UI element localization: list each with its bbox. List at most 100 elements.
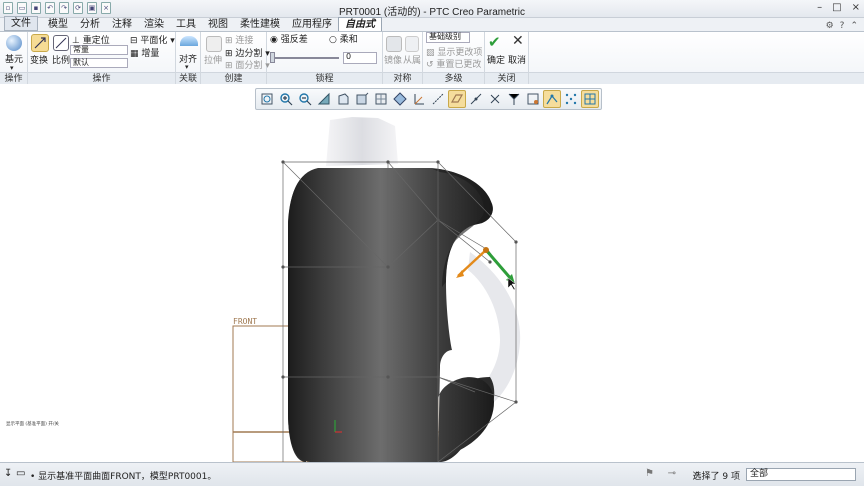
- tab-flexible-modeling[interactable]: 柔性建模: [234, 18, 286, 31]
- dragger-center[interactable]: [483, 247, 489, 253]
- maximize-icon[interactable]: □: [832, 2, 841, 13]
- base-level-select[interactable]: 基础级别: [426, 32, 470, 43]
- datum-display-icon[interactable]: [410, 90, 428, 108]
- group-label: 关联: [176, 72, 200, 84]
- saved-orientation-icon[interactable]: [334, 90, 352, 108]
- transform-button[interactable]: 变换: [30, 53, 48, 66]
- tab-tools[interactable]: 工具: [170, 18, 202, 31]
- increment-button[interactable]: ▦ 增量: [130, 46, 159, 59]
- status-bar: ↧ ▭ • 显示基准平面曲面FRONT，模型PRT0001。 ⚑ ⊸ ⌕ 选择了…: [0, 462, 864, 486]
- status-toggle-icon[interactable]: ↧: [4, 468, 12, 479]
- group-label: 对称: [383, 72, 422, 84]
- zoom-out-icon[interactable]: [296, 90, 314, 108]
- point-display-icon[interactable]: [467, 90, 485, 108]
- cancel-button[interactable]: 取消: [508, 53, 526, 66]
- connect-icon: ⊞: [225, 36, 233, 46]
- ribbon-label-filler: [529, 72, 864, 84]
- ok-check-icon[interactable]: ✔: [488, 33, 501, 51]
- model-viewport[interactable]: FRONT 显示平面 (基准平面) 开/关: [0, 112, 864, 462]
- close-icon[interactable]: ×: [852, 2, 860, 13]
- tab-analysis[interactable]: 分析: [74, 18, 106, 31]
- slider-thumb[interactable]: [270, 52, 275, 63]
- zoom-in-icon[interactable]: [277, 90, 295, 108]
- dropdown-arrow-icon[interactable]: ▾: [10, 64, 14, 72]
- body-main-shape[interactable]: [288, 168, 494, 462]
- tab-freestyle[interactable]: 自由式: [338, 17, 382, 31]
- mirror-icon: [386, 36, 402, 52]
- front-plane-label[interactable]: FRONT: [233, 317, 257, 326]
- graphics-toolbar: [255, 88, 602, 110]
- menu-bar: 文件 模型 分析 注释 渲染 工具 视图 柔性建模 应用程序 自由式 ⚙ ? ⌃: [0, 16, 864, 32]
- cancel-x-icon[interactable]: ✕: [512, 33, 524, 49]
- base-element-button[interactable]: 基元: [5, 52, 23, 65]
- help-icon[interactable]: ?: [840, 21, 845, 31]
- connect-button[interactable]: ⊞ 连接: [225, 33, 253, 46]
- group-label: 创建: [201, 72, 266, 84]
- menu-right-icons: ⚙ ? ⌃: [826, 21, 864, 31]
- settings-icon[interactable]: ⚙: [826, 21, 834, 31]
- tab-annotate[interactable]: 注释: [106, 18, 138, 31]
- mirror-button[interactable]: 镜像: [384, 53, 402, 66]
- scale-icon[interactable]: [53, 35, 69, 51]
- face-split-button[interactable]: ⊞ 面分割 ▾: [225, 58, 270, 71]
- canvas-small-note: 显示平面 (基准平面) 开/关: [6, 420, 59, 427]
- repaint-icon[interactable]: [315, 90, 333, 108]
- tab-file[interactable]: 文件: [4, 16, 38, 31]
- spin-center-icon[interactable]: [524, 90, 542, 108]
- soft-radio[interactable]: ○ 柔和: [329, 32, 358, 45]
- tab-view[interactable]: 视图: [202, 18, 234, 31]
- group-contour: ◉ 强反差 ○ 柔和 0 锁程: [267, 32, 383, 84]
- mesh-points-icon[interactable]: [562, 90, 580, 108]
- title-bar: ▫ ▭ ▪ ↶ ↷ ⟳ ▣ × PRT0001 (活动的) - PTC Creo…: [0, 0, 864, 18]
- tab-applications[interactable]: 应用程序: [286, 18, 338, 31]
- control-mesh-icon[interactable]: [543, 90, 561, 108]
- display-style-icon[interactable]: [372, 90, 390, 108]
- contour-slider[interactable]: [271, 57, 339, 59]
- group-label: 关闭: [485, 72, 528, 84]
- group-label: 锁程: [267, 72, 382, 84]
- face-split-icon: ⊞: [225, 61, 233, 71]
- perspective-icon[interactable]: [391, 90, 409, 108]
- dropdown-arrow-icon[interactable]: ▾: [185, 63, 189, 71]
- group-create: 拉伸 ⊞ 连接 ⊞ 边分割 ▾ ⊞ 面分割 ▾ 创建: [201, 32, 270, 84]
- group-close: ✔ 确定 ✕ 取消 关闭: [485, 32, 529, 84]
- plane-display-icon[interactable]: [448, 90, 466, 108]
- transform-icon[interactable]: [31, 34, 49, 52]
- reset-changes-button[interactable]: ↺ 重置已更改: [426, 57, 481, 70]
- group-operations: 基元 ▾ 操作: [0, 32, 28, 84]
- annotation-display-icon[interactable]: [505, 90, 523, 108]
- minimize-icon[interactable]: –: [817, 2, 822, 13]
- increment-icon: ▦: [130, 49, 139, 59]
- group-manipulate: 变换 比例 ⊥ 重定位 常量 默认 ⊟ 平面化 ▾ ▦ 增量 操作: [28, 32, 176, 84]
- extrude-button[interactable]: 拉伸: [204, 53, 222, 66]
- ok-button[interactable]: 确定: [487, 53, 505, 66]
- pin-icon[interactable]: ⊸: [668, 468, 676, 479]
- status-pane-icon[interactable]: ▭: [16, 468, 25, 479]
- reset-changes-icon: ↺: [426, 60, 434, 70]
- mesh-display-icon[interactable]: [581, 90, 599, 108]
- tab-model[interactable]: 模型: [42, 18, 74, 31]
- flag-icon[interactable]: ⚑: [645, 468, 654, 479]
- group-label: 操作: [28, 72, 175, 84]
- csys-display-icon[interactable]: [486, 90, 504, 108]
- scale-button[interactable]: 比例: [52, 53, 70, 66]
- tab-render[interactable]: 渲染: [138, 18, 170, 31]
- radio-checked-icon: ◉: [270, 35, 278, 45]
- planarize-icon: ⊟: [130, 36, 138, 46]
- mode-select[interactable]: 常量: [70, 45, 128, 55]
- view-manager-icon[interactable]: [353, 90, 371, 108]
- window-title: PRT0001 (活动的) - PTC Creo Parametric: [339, 7, 525, 18]
- contour-value-input[interactable]: 0: [343, 52, 377, 64]
- planarize-button[interactable]: ⊟ 平面化 ▾: [130, 33, 175, 46]
- sphere-icon[interactable]: [6, 35, 22, 51]
- datum-axis-icon[interactable]: [429, 90, 447, 108]
- group-symmetry: 镜像 从属 对称: [383, 32, 423, 84]
- strong-radio[interactable]: ◉ 强反差: [270, 32, 308, 45]
- selection-filter-select[interactable]: 全部: [746, 468, 856, 481]
- default-select[interactable]: 默认: [70, 58, 128, 68]
- expand-icon[interactable]: ⌃: [850, 21, 858, 31]
- slave-button[interactable]: 从属: [403, 53, 421, 66]
- align-icon[interactable]: [180, 36, 198, 46]
- graphics-canvas[interactable]: FRONT 显示平面 (基准平面) 开/关: [0, 112, 864, 462]
- refit-icon[interactable]: [258, 90, 276, 108]
